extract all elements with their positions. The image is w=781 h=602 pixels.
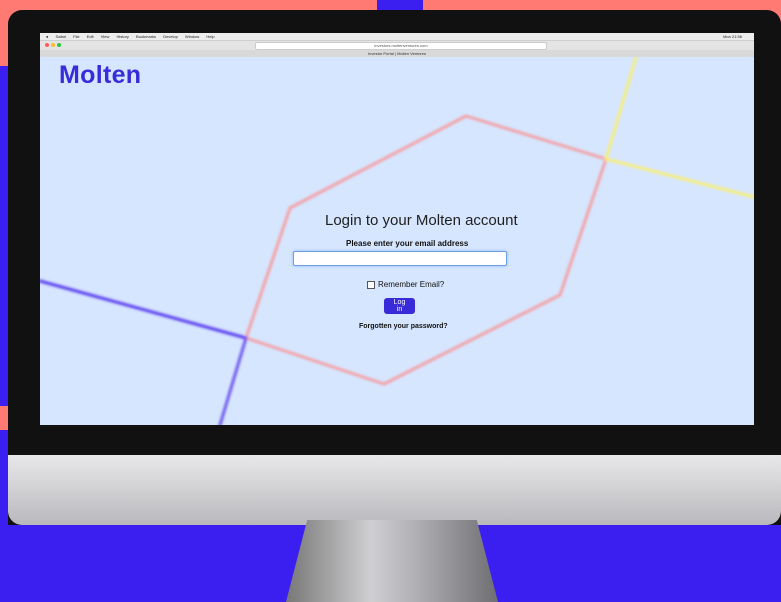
molten-logo[interactable]: Molten bbox=[59, 61, 141, 90]
forgot-password-link[interactable]: Forgotten your password? bbox=[359, 323, 448, 330]
email-prompt-label: Please enter your email address bbox=[346, 239, 469, 248]
address-bar[interactable]: investors.moltenventures.com bbox=[255, 42, 547, 50]
login-button[interactable]: Log in bbox=[384, 298, 415, 314]
checkbox-icon[interactable] bbox=[367, 280, 375, 289]
monitor-stand bbox=[286, 520, 498, 602]
remember-email-label: Remember Email? bbox=[378, 280, 445, 289]
menu-edit[interactable]: Edit bbox=[87, 34, 94, 39]
menu-safari[interactable]: Safari bbox=[56, 34, 66, 39]
menu-help[interactable]: Help bbox=[206, 34, 214, 39]
os-menubar: ● Safari File Edit View History Bookmark… bbox=[40, 33, 754, 41]
close-window-button[interactable] bbox=[45, 43, 49, 47]
line-yellow-right bbox=[604, 157, 754, 199]
menu-view[interactable]: View bbox=[101, 34, 110, 39]
menu-window[interactable]: Window bbox=[185, 34, 199, 39]
hexagon-outline bbox=[244, 114, 608, 386]
line-blue-left bbox=[40, 279, 248, 340]
email-field[interactable] bbox=[293, 251, 507, 266]
screen: ● Safari File Edit View History Bookmark… bbox=[40, 33, 754, 425]
line-blue-bottom bbox=[218, 336, 248, 425]
line-yellow-top bbox=[604, 57, 638, 161]
window-controls bbox=[45, 43, 61, 47]
menu-file[interactable]: File bbox=[73, 34, 79, 39]
menu-develop[interactable]: Develop bbox=[163, 34, 178, 39]
menu-history[interactable]: History bbox=[116, 34, 128, 39]
minimize-window-button[interactable] bbox=[51, 43, 55, 47]
page-title: Login to your Molten account bbox=[325, 212, 518, 229]
browser-tab[interactable]: Investor Portal | Molten Ventures bbox=[40, 50, 754, 57]
menu-bookmarks[interactable]: Bookmarks bbox=[136, 34, 156, 39]
menubar-clock[interactable]: Mon 21:56 bbox=[723, 33, 742, 40]
login-page: Molten Login to your Molten account Plea… bbox=[40, 57, 754, 425]
zoom-window-button[interactable] bbox=[57, 43, 61, 47]
monitor-chin bbox=[8, 455, 781, 525]
browser-toolbar: investors.moltenventures.com bbox=[40, 41, 754, 50]
remember-email-checkbox[interactable]: Remember Email? bbox=[367, 280, 444, 289]
apple-icon[interactable]: ● bbox=[46, 34, 48, 39]
